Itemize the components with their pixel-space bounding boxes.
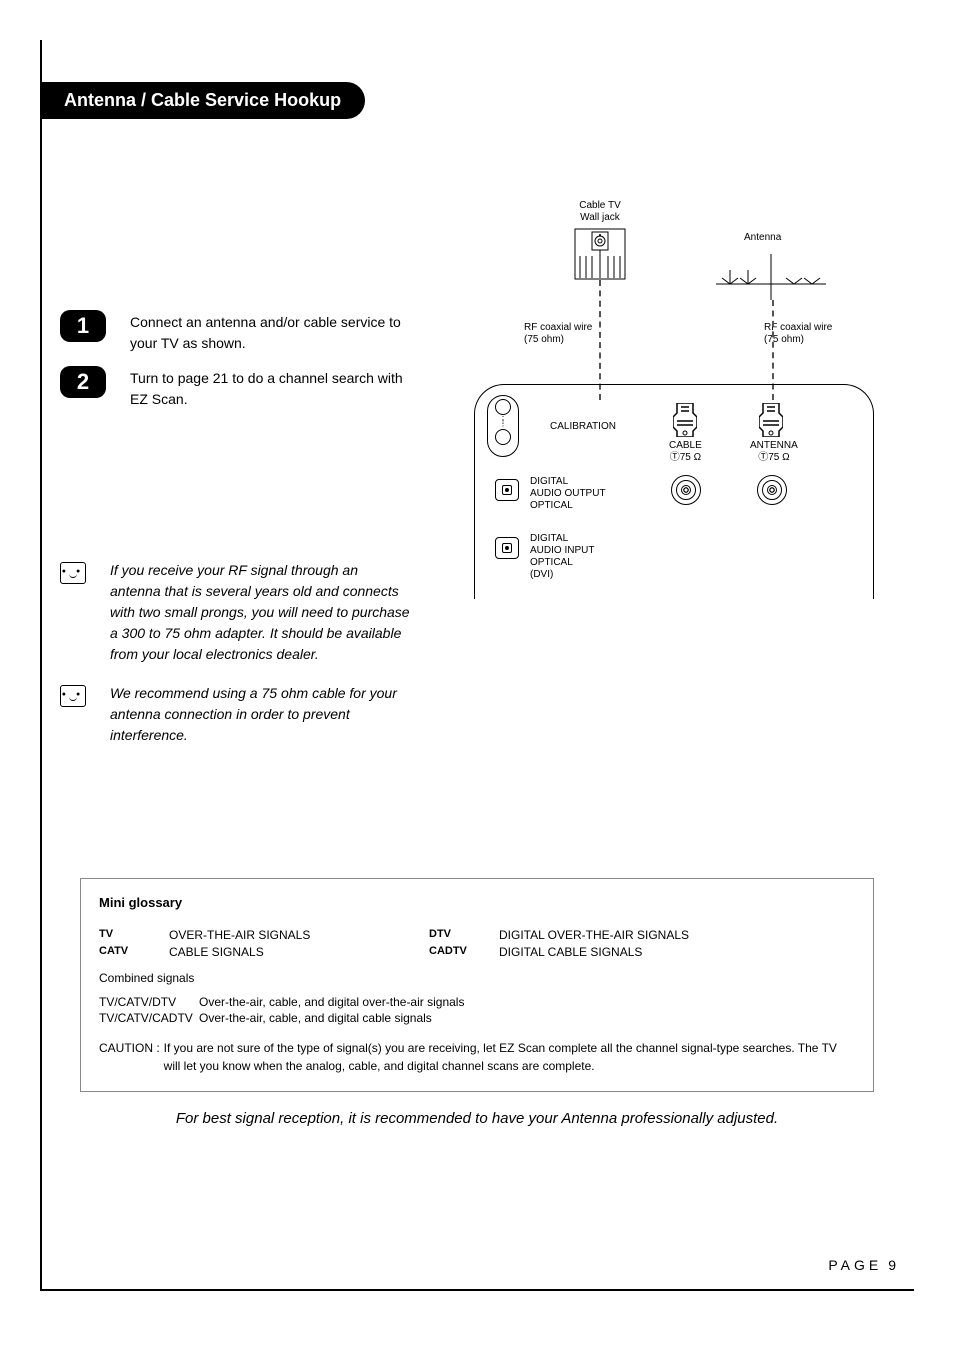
wall-jack-label: Cable TV Wall jack (570, 200, 630, 224)
digital-audio-output-label: DIGITAL AUDIO OUTPUT OPTICAL (530, 476, 606, 512)
step-badge-1: 1 (60, 310, 106, 342)
coax-label-1: RF coaxial wire (75 ohm) (524, 322, 592, 346)
glossary-term: CATV (99, 945, 169, 959)
caution-note: CAUTION : If you are not sure of the typ… (99, 1039, 855, 1075)
glossary-term: DTV (429, 928, 499, 942)
step-text-2: Turn to page 21 to do a channel search w… (130, 366, 420, 410)
combined-signals-title: Combined signals (99, 971, 855, 985)
cable-port-label: CABLE Ⓣ75 Ω (669, 440, 702, 464)
note-2: ● ● We recommend using a 75 ohm cable fo… (60, 683, 894, 746)
mini-glossary: Mini glossary TV OVER-THE-AIR SIGNALS DT… (80, 878, 874, 1092)
optical-out-port-icon (495, 479, 519, 501)
caution-label: CAUTION : (99, 1039, 160, 1075)
glossary-title: Mini glossary (99, 895, 855, 910)
glossary-term: TV (99, 928, 169, 942)
glossary-def: CABLE SIGNALS (169, 945, 429, 959)
page-label: PAGE (828, 1257, 882, 1273)
digital-audio-input-label: DIGITAL AUDIO INPUT OPTICAL (DVI) (530, 533, 594, 581)
glossary-def: OVER-THE-AIR SIGNALS (169, 928, 429, 942)
page-number: PAGE 9 (828, 1257, 896, 1273)
combined-grid: TV/CATV/DTV Over-the-air, cable, and dig… (99, 995, 855, 1025)
recommendation-text: For best signal reception, it is recomme… (0, 1110, 954, 1127)
antenna-port-label: ANTENNA Ⓣ75 Ω (750, 440, 798, 464)
coax-line-1 (599, 280, 601, 400)
optical-in-port-icon (495, 537, 519, 559)
f-connector-icon (757, 475, 787, 505)
wall-jack-icon (574, 228, 626, 280)
combined-term: TV/CATV/CADTV (99, 1011, 199, 1025)
step-badge-2: 2 (60, 366, 106, 398)
note-text-1: If you receive your RF signal through an… (110, 560, 410, 665)
glossary-def: DIGITAL OVER-THE-AIR SIGNALS (499, 928, 855, 942)
section-header: Antenna / Cable Service Hookup (40, 82, 365, 119)
smiley-icon: ● ● (60, 562, 86, 584)
note-text-2: We recommend using a 75 ohm cable for yo… (110, 683, 410, 746)
step-text-1: Connect an antenna and/or cable service … (130, 310, 420, 354)
f-connector-icon (671, 475, 701, 505)
antenna-label: Antenna (744, 232, 781, 244)
antenna-connector-icon (759, 403, 783, 437)
glossary-def: DIGITAL CABLE SIGNALS (499, 945, 855, 959)
hookup-diagram: Cable TV Wall jack Antenna RF coaxial wi… (474, 200, 874, 610)
smiley-icon: ● ● (60, 685, 86, 707)
glossary-term: CADTV (429, 945, 499, 959)
calibration-port-icon: ⋮⋮ (487, 395, 519, 457)
combined-def: Over-the-air, cable, and digital cable s… (199, 1011, 855, 1025)
page-num: 9 (888, 1257, 896, 1273)
glossary-grid: TV OVER-THE-AIR SIGNALS DTV DIGITAL OVER… (99, 928, 855, 959)
tv-back-panel: ⋮⋮ CALIBRATION CABLE Ⓣ75 Ω ANTENNA Ⓣ75 Ω… (474, 384, 874, 599)
calibration-label: CALIBRATION (550, 421, 616, 433)
combined-def: Over-the-air, cable, and digital over-th… (199, 995, 855, 1009)
coax-label-2: RF coaxial wire (75 ohm) (764, 322, 832, 346)
combined-term: TV/CATV/DTV (99, 995, 199, 1009)
cable-connector-icon (673, 403, 697, 437)
caution-text: If you are not sure of the type of signa… (164, 1039, 855, 1075)
antenna-icon (716, 254, 826, 300)
